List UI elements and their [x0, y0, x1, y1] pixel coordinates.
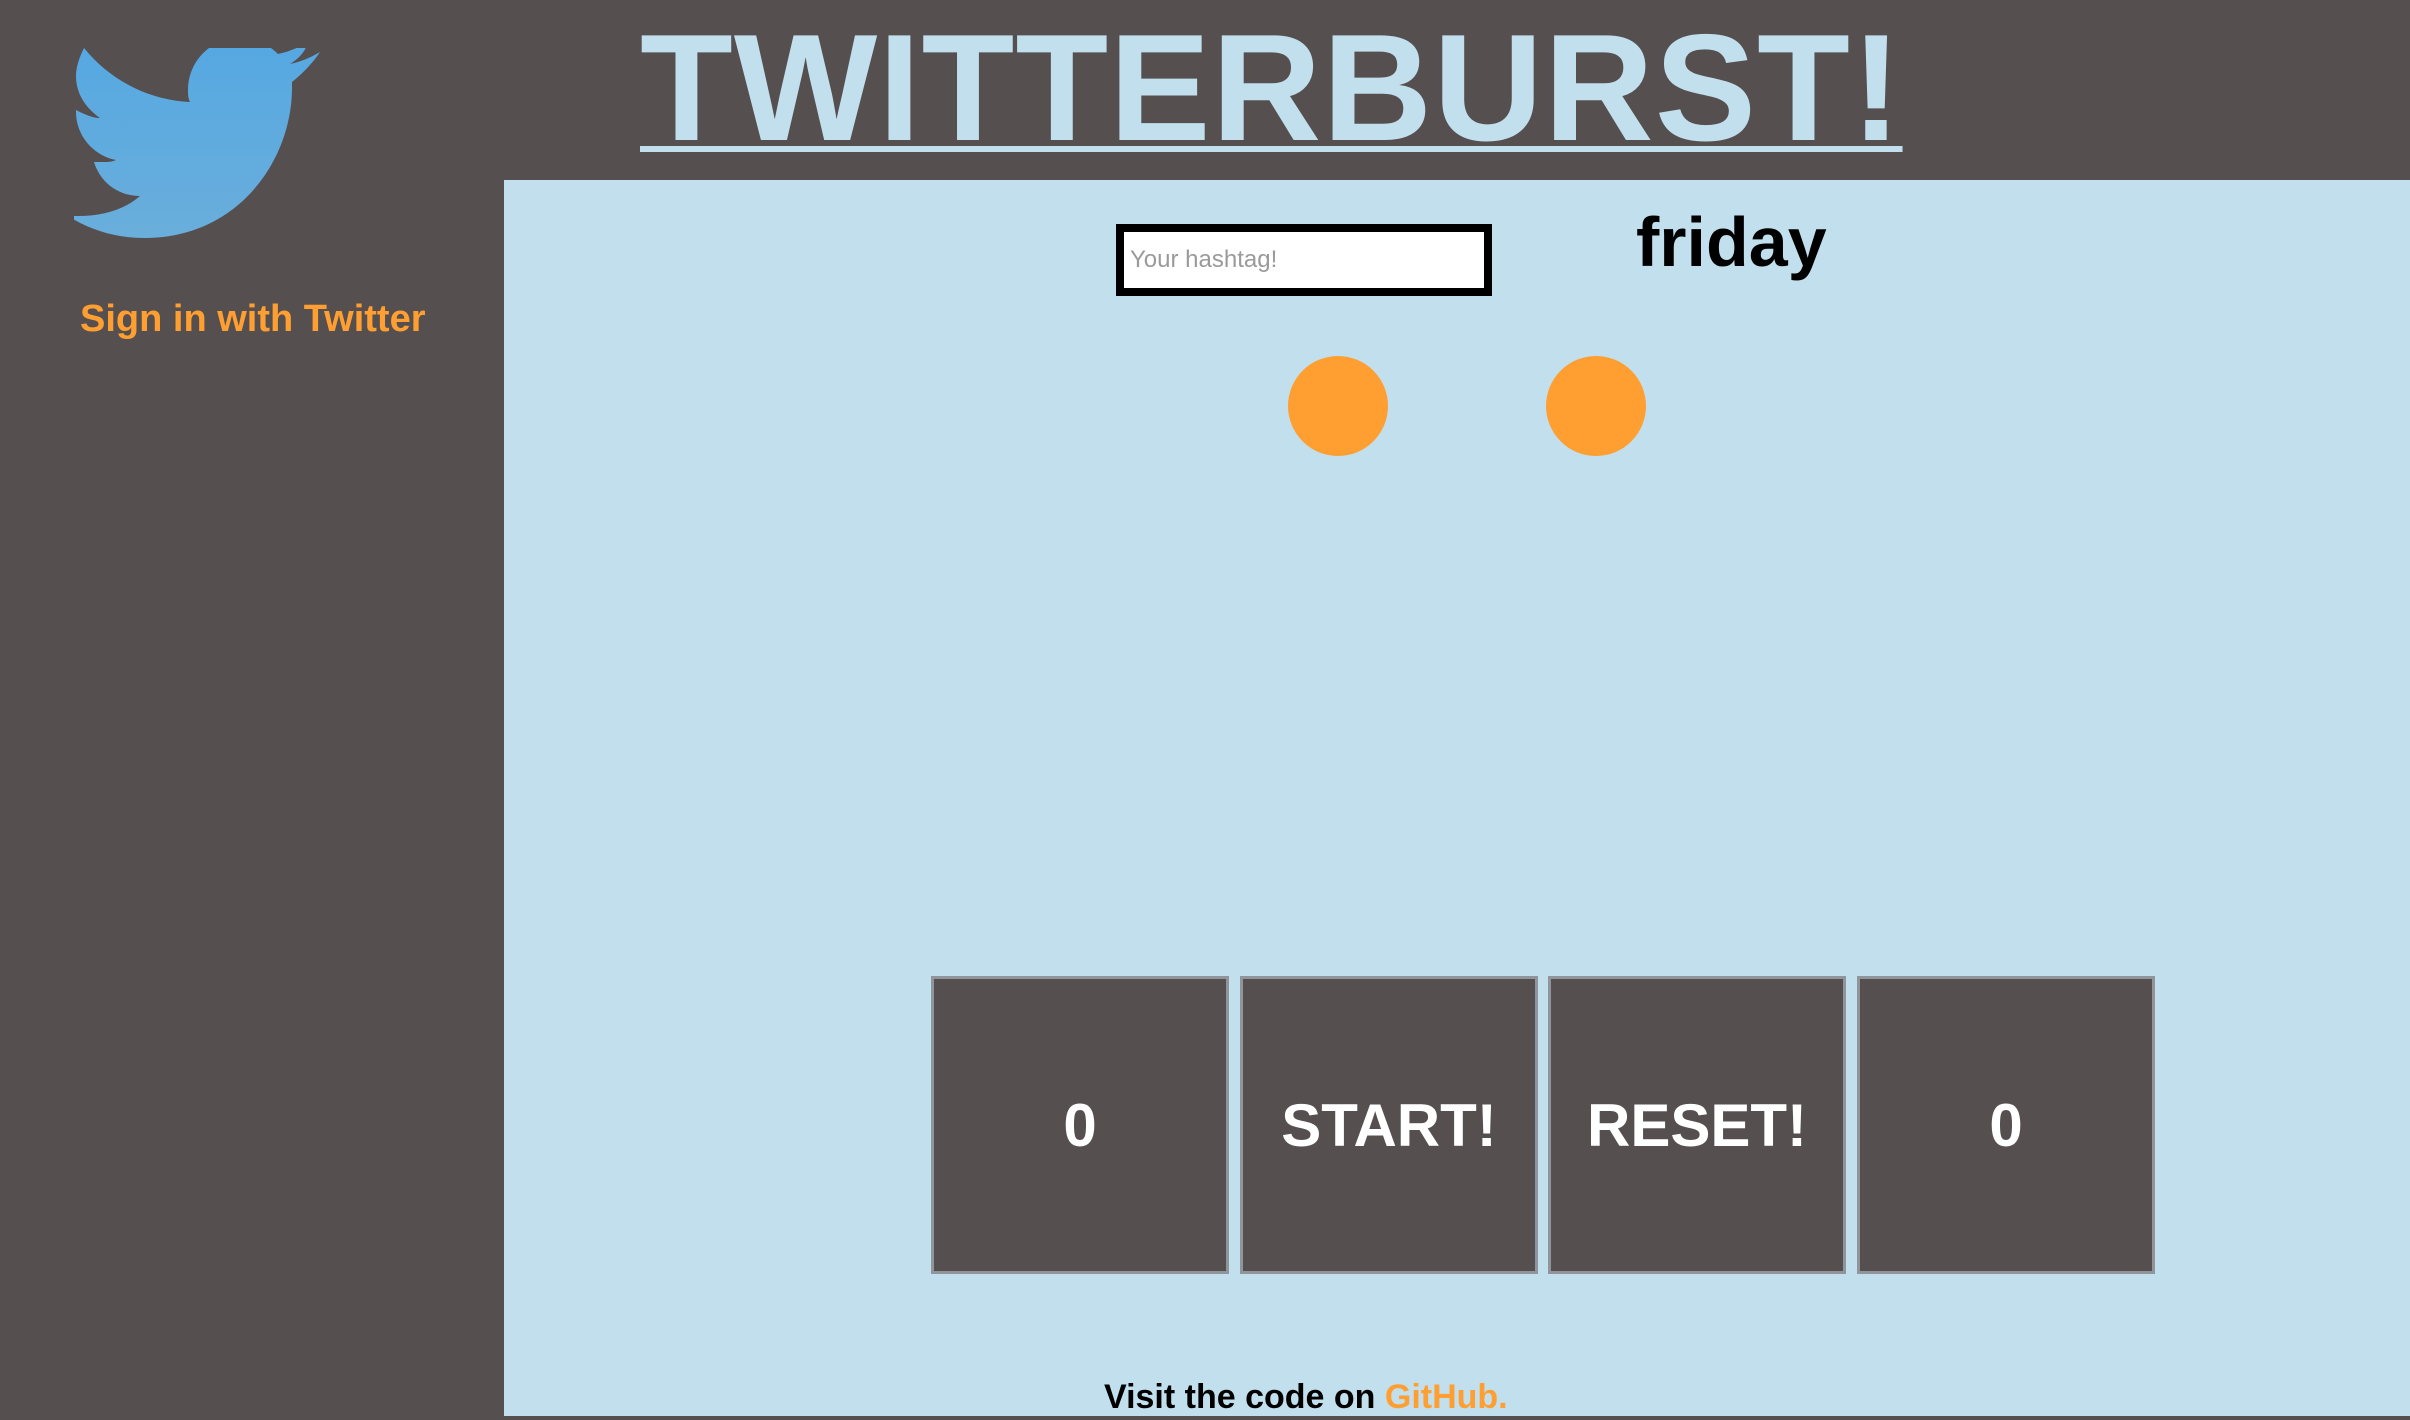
current-hashtag: friday	[1636, 203, 1827, 281]
sidebar: Sign in with Twitter	[0, 0, 504, 1420]
right-count-tile: 0	[1857, 976, 2155, 1274]
start-button[interactable]: START!	[1240, 976, 1538, 1274]
burst-dot-right	[1546, 356, 1646, 456]
sign-in-with-twitter-link[interactable]: Sign in with Twitter	[80, 298, 426, 341]
footer-text: Visit the code on	[1104, 1378, 1385, 1416]
reset-button[interactable]: RESET!	[1548, 976, 1846, 1274]
footer: Visit the code on GitHub.	[1104, 1378, 1508, 1417]
hashtag-input[interactable]	[1116, 224, 1492, 296]
burst-dot-left	[1288, 356, 1388, 456]
left-count-tile: 0	[931, 976, 1229, 1274]
twitter-bird-icon	[74, 48, 320, 238]
github-link[interactable]: GitHub.	[1385, 1378, 1508, 1416]
app-title[interactable]: TWITTERBURST!	[640, 8, 1903, 168]
